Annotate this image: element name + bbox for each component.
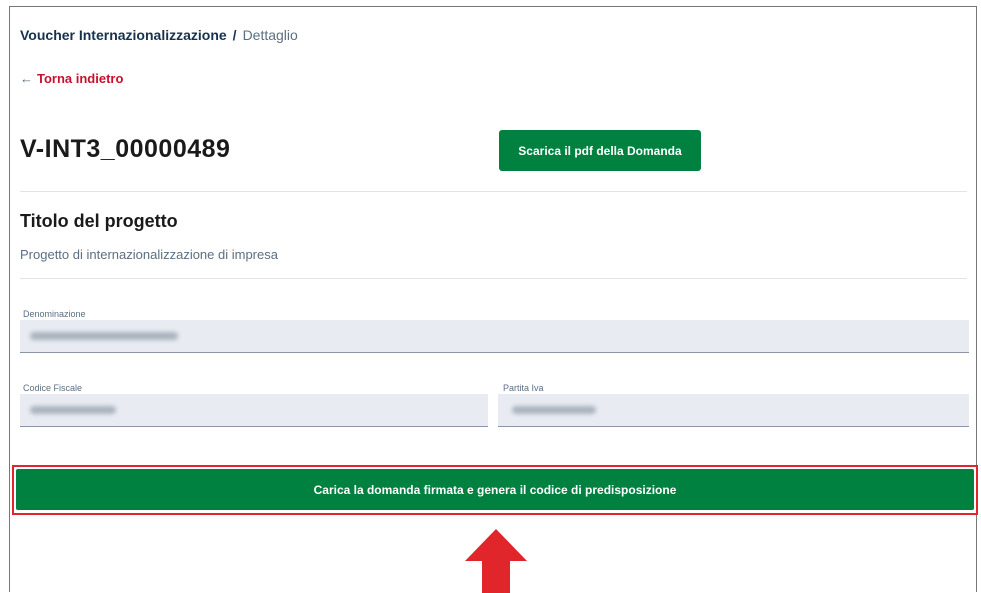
divider	[20, 191, 967, 192]
red-up-arrow-icon	[465, 529, 527, 593]
codice-fiscale-field[interactable]	[20, 394, 488, 427]
project-description: Progetto di internazionalizzazione di im…	[20, 247, 278, 262]
download-pdf-button[interactable]: Scarica il pdf della Domanda	[499, 130, 701, 171]
breadcrumb-parent[interactable]: Voucher Internazionalizzazione	[20, 27, 227, 43]
redacted-value	[30, 406, 116, 414]
page-frame: Voucher Internazionalizzazione / Dettaglio…	[9, 6, 978, 593]
back-link-label: Torna indietro	[37, 71, 124, 86]
codice-fiscale-label: Codice Fiscale	[23, 383, 83, 393]
arrow-left-icon: ←	[20, 71, 33, 86]
breadcrumb-current: Dettaglio	[242, 27, 298, 43]
denominazione-field[interactable]	[20, 320, 969, 353]
divider	[20, 278, 967, 279]
back-link[interactable]: ← Torna indietro	[20, 71, 123, 86]
project-title-heading: Titolo del progetto	[20, 211, 178, 231]
breadcrumb: Voucher Internazionalizzazione / Dettaglio	[20, 27, 298, 43]
partita-iva-label: Partita Iva	[503, 383, 544, 393]
page-title: V-INT3_00000489	[20, 135, 231, 163]
denominazione-label: Denominazione	[23, 309, 86, 319]
breadcrumb-separator: /	[232, 27, 237, 43]
upload-signed-application-button[interactable]: Carica la domanda firmata e genera il co…	[16, 469, 974, 510]
partita-iva-field[interactable]	[498, 394, 969, 427]
redacted-value	[30, 332, 178, 340]
redacted-value	[512, 406, 596, 414]
